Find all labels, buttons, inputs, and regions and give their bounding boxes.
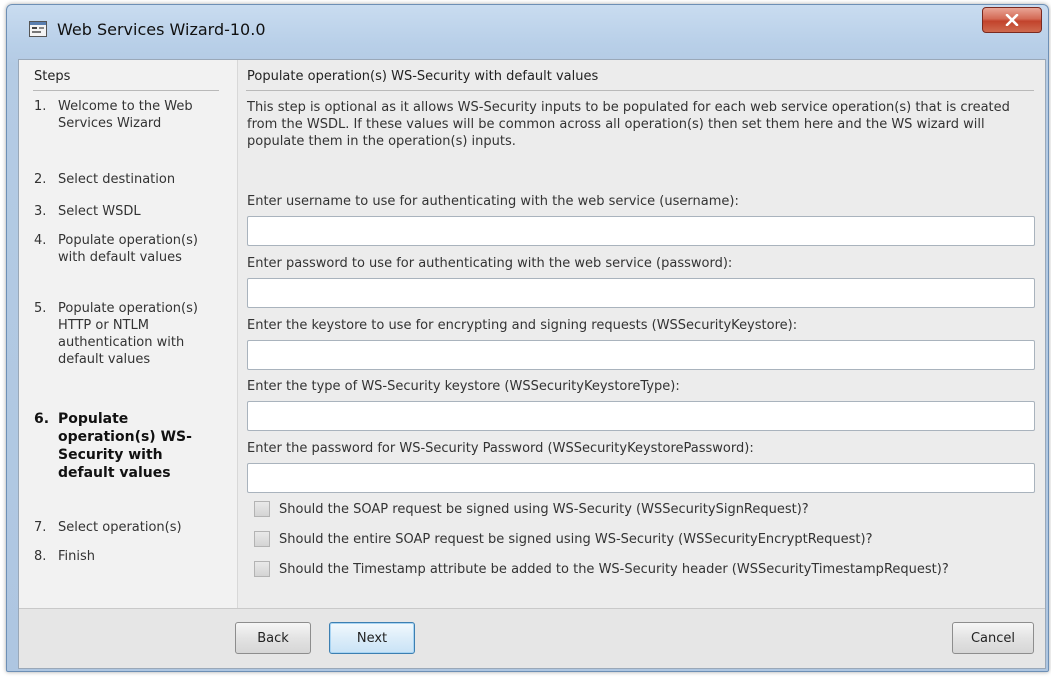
step-item-select-wsdl: 3. Select WSDL	[34, 203, 219, 220]
title-bar[interactable]: Web Services Wizard-10.0	[7, 5, 1048, 49]
cancel-button[interactable]: Cancel	[952, 622, 1034, 654]
sign-request-checkbox-row[interactable]: Should the SOAP request be signed using …	[254, 501, 809, 517]
close-icon	[1005, 14, 1019, 26]
wizard-client-area: Steps 1. Welcome to the Web Services Wiz…	[18, 59, 1046, 669]
next-button[interactable]: Next	[329, 622, 415, 654]
step-item-welcome: 1. Welcome to the Web Services Wizard	[34, 98, 219, 132]
step-content-panel: Populate operation(s) WS-Security with d…	[237, 60, 1045, 608]
encrypt-request-label: Should the entire SOAP request be signed…	[279, 531, 873, 547]
button-bar: Back Next Cancel	[19, 608, 1045, 668]
timestamp-request-checkbox-row[interactable]: Should the Timestamp attribute be added …	[254, 561, 949, 577]
step-label: Welcome to the Web Services Wizard	[58, 99, 193, 131]
step-number: 7.	[34, 520, 47, 535]
username-label: Enter username to use for authenticating…	[247, 194, 739, 209]
step-label: Populate operation(s) with default value…	[58, 233, 198, 265]
steps-sidebar: Steps 1. Welcome to the Web Services Wiz…	[19, 60, 237, 608]
keystore-type-input[interactable]	[247, 401, 1035, 431]
password-input[interactable]	[247, 278, 1035, 308]
wizard-window: Web Services Wizard-10.0 Steps 1. Welcom…	[6, 4, 1049, 672]
keystore-input[interactable]	[247, 340, 1035, 370]
username-input[interactable]	[247, 216, 1035, 246]
encrypt-request-checkbox[interactable]	[254, 531, 270, 547]
step-title: Populate operation(s) WS-Security with d…	[247, 69, 599, 84]
step-number: 3.	[34, 204, 47, 219]
timestamp-request-label: Should the Timestamp attribute be added …	[279, 561, 949, 577]
step-label: Populate operation(s) WS-Security with d…	[58, 411, 192, 481]
step-item-populate-http-ntlm: 5. Populate operation(s) HTTP or NTLM au…	[34, 300, 219, 368]
step-number: 8.	[34, 549, 47, 564]
back-button[interactable]: Back	[235, 622, 311, 654]
timestamp-request-checkbox[interactable]	[254, 561, 270, 577]
step-label: Select WSDL	[58, 204, 141, 219]
keystore-password-label: Enter the password for WS-Security Passw…	[247, 441, 754, 456]
step-item-populate-defaults: 4. Populate operation(s) with default va…	[34, 232, 219, 266]
step-number: 2.	[34, 172, 47, 187]
password-label: Enter password to use for authenticating…	[247, 256, 733, 271]
step-number: 1.	[34, 99, 47, 114]
encrypt-request-checkbox-row[interactable]: Should the entire SOAP request be signed…	[254, 531, 872, 547]
step-number: 6.	[34, 411, 50, 427]
step-number: 5.	[34, 301, 47, 316]
keystore-type-label: Enter the type of WS-Security keystore (…	[247, 379, 680, 394]
step-title-divider	[246, 90, 1034, 91]
step-item-select-operations: 7. Select operation(s)	[34, 519, 219, 536]
step-label: Select destination	[58, 172, 176, 187]
steps-divider	[33, 90, 219, 91]
step-item-finish: 8. Finish	[34, 548, 219, 565]
sign-request-checkbox[interactable]	[254, 501, 270, 517]
step-label: Populate operation(s) HTTP or NTLM authe…	[58, 301, 198, 367]
step-number: 4.	[34, 233, 47, 248]
keystore-label: Enter the keystore to use for encrypting…	[247, 318, 798, 333]
window-title: Web Services Wizard-10.0	[57, 20, 266, 39]
keystore-password-input[interactable]	[247, 463, 1035, 493]
step-item-select-destination: 2. Select destination	[34, 171, 219, 188]
step-description: This step is optional as it allows WS-Se…	[247, 100, 1010, 149]
steps-header: Steps	[34, 69, 71, 84]
step-label: Finish	[58, 549, 96, 564]
sign-request-label: Should the SOAP request be signed using …	[279, 501, 809, 517]
wizard-window-icon	[29, 21, 47, 37]
step-label: Select operation(s)	[58, 520, 182, 535]
step-item-populate-ws-security: 6. Populate operation(s) WS-Security wit…	[34, 410, 219, 482]
close-button[interactable]	[982, 7, 1042, 33]
